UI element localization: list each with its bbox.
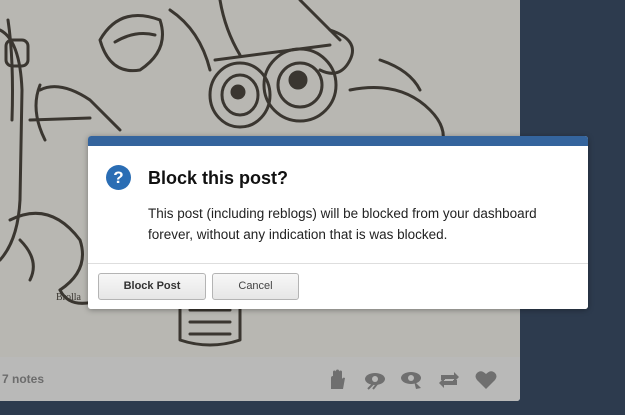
- cancel-button[interactable]: Cancel: [212, 273, 299, 300]
- hand-icon[interactable]: [326, 369, 350, 391]
- block-post-button[interactable]: Block Post: [98, 273, 206, 300]
- heart-icon[interactable]: [474, 369, 498, 391]
- post-footer: 7 notes: [0, 357, 520, 401]
- svg-text:Brolla: Brolla: [56, 292, 82, 303]
- notes-count[interactable]: 7 notes: [2, 372, 44, 386]
- post-actions: [326, 369, 498, 391]
- dialog-title: Block this post?: [148, 168, 289, 188]
- block-post-dialog: ? Block this post? This post (including …: [88, 136, 588, 309]
- view-icon[interactable]: [400, 369, 424, 391]
- dialog-message: This post (including reblogs) will be bl…: [148, 206, 537, 242]
- reblog-icon[interactable]: [437, 369, 461, 391]
- dialog-header-bar: [88, 136, 588, 146]
- hide-icon[interactable]: [363, 369, 387, 391]
- dialog-footer: Block Post Cancel: [88, 264, 588, 309]
- question-icon: ?: [106, 165, 131, 190]
